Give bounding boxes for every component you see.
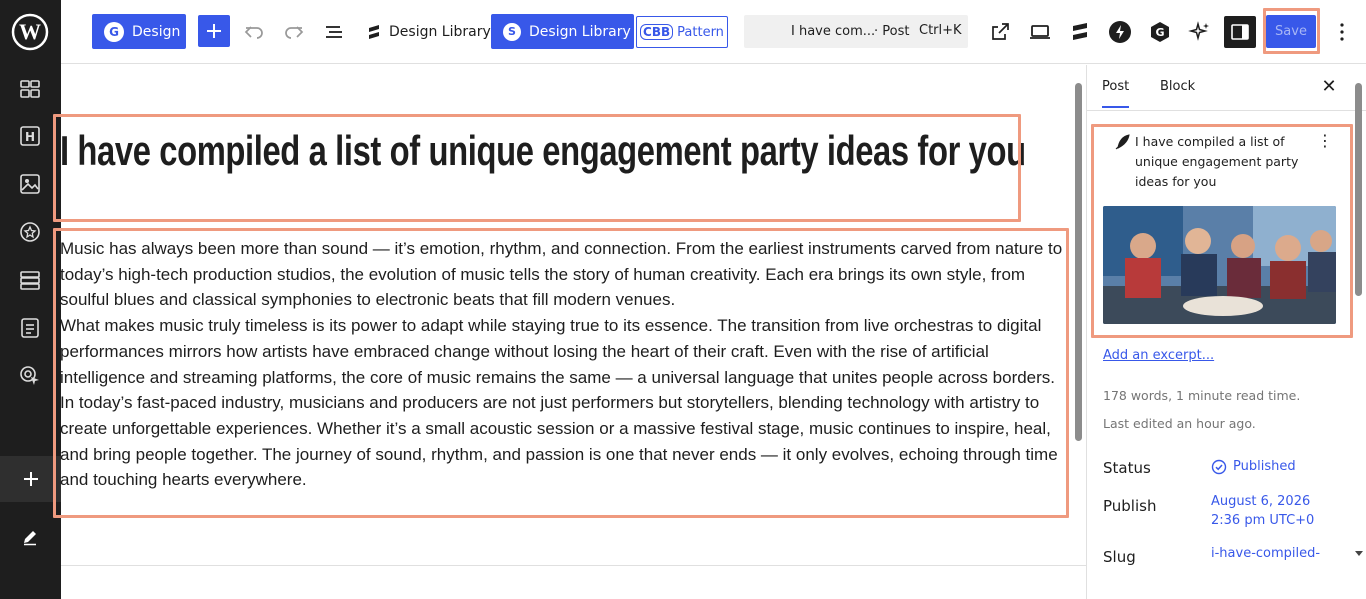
chevron-down-icon[interactable] <box>1354 550 1364 558</box>
post-card-title: I have compiled a list of unique engagem… <box>1135 134 1299 189</box>
stack-icon[interactable] <box>18 268 42 292</box>
publish-time: 2:36 pm UTC+0 <box>1211 513 1315 528</box>
more-vertical-icon[interactable]: ⋮ <box>1317 131 1333 150</box>
add-block-button[interactable] <box>198 15 230 47</box>
svg-text:H: H <box>25 130 35 144</box>
add-icon[interactable] <box>21 469 41 489</box>
publish-date-button[interactable]: August 6, 2026 2:36 pm UTC+0 <box>1211 492 1314 530</box>
add-block-area[interactable] <box>0 456 61 502</box>
footer-strip <box>61 565 1086 599</box>
add-icon <box>207 24 221 38</box>
publish-date: August 6, 2026 <box>1211 494 1311 509</box>
top-toolbar: G Design Design Library S Design Library… <box>61 0 1366 64</box>
form-icon[interactable] <box>18 316 42 340</box>
add-excerpt-link[interactable]: Add an excerpt... <box>1103 348 1214 363</box>
sidebar-toggle-icon <box>1231 24 1249 40</box>
featured-image[interactable] <box>1103 206 1336 324</box>
cbb-tag: CBB <box>640 24 674 40</box>
heading-icon[interactable]: H <box>18 124 42 148</box>
slug-label: Slug <box>1103 548 1136 566</box>
feather-icon <box>1115 134 1130 150</box>
pencil-icon[interactable] <box>21 528 39 546</box>
canvas-scrollbar[interactable] <box>1071 65 1086 565</box>
post-summary-card: I have compiled a list of unique engagem… <box>1095 127 1348 337</box>
sparkle-icon[interactable] <box>1188 20 1212 44</box>
status-value[interactable]: Published <box>1211 457 1296 476</box>
pointer-icon[interactable] <box>18 364 42 388</box>
scrollbar-thumb[interactable] <box>1075 83 1082 441</box>
cbb-pattern-button[interactable]: CBB Pattern <box>636 16 728 48</box>
design-library-label: Design Library <box>389 24 491 40</box>
stackable-icon[interactable] <box>1068 20 1092 44</box>
svg-text:G: G <box>1155 26 1164 39</box>
design-library-button-label: Design Library <box>529 23 631 40</box>
post-title[interactable]: I have compiled a list of unique engagem… <box>60 127 1027 174</box>
tab-block[interactable]: Block <box>1160 79 1195 94</box>
wordpress-logo-icon[interactable]: W <box>10 12 50 52</box>
paragraph[interactable]: In today’s fast-paced industry, musician… <box>60 390 1068 493</box>
star-icon[interactable] <box>18 220 42 244</box>
list-view-icon[interactable] <box>322 20 346 44</box>
paragraph[interactable]: Music has always been more than sound — … <box>60 236 1068 313</box>
check-circle-icon <box>1211 459 1227 474</box>
sidebar-toggle-button[interactable] <box>1224 16 1256 48</box>
sidebar-scrollbar-thumb[interactable] <box>1355 83 1362 296</box>
design-library-link[interactable]: Design Library <box>365 18 491 46</box>
word-count: 178 words, 1 minute read time. <box>1103 388 1301 403</box>
sidebar-tabs: Post Block ✕ <box>1087 65 1366 111</box>
image-icon[interactable] <box>18 172 42 196</box>
save-button[interactable]: Save <box>1266 15 1316 48</box>
settings-sidebar: Post Block ✕ I have compiled a list of u… <box>1086 65 1366 599</box>
sidebar-scrollbar[interactable] <box>1352 65 1366 565</box>
close-icon[interactable]: ✕ <box>1319 77 1339 97</box>
patterns-icon[interactable] <box>18 77 42 101</box>
command-type: · Post <box>874 24 910 39</box>
design-label: Design <box>132 23 181 40</box>
publish-label: Publish <box>1103 497 1157 515</box>
tab-post[interactable]: Post <box>1102 79 1130 108</box>
pattern-label: Pattern <box>677 24 724 40</box>
paragraph[interactable]: What makes music truly timeless is its p… <box>60 313 1068 390</box>
command-palette-bar[interactable]: I have com... · Post Ctrl+K <box>744 15 968 48</box>
external-link-icon[interactable] <box>988 20 1012 44</box>
slug-value[interactable]: i-have-compiled- <box>1211 544 1320 563</box>
post-content[interactable]: Music has always been more than sound — … <box>60 236 1068 493</box>
command-shortcut: Ctrl+K <box>919 23 962 38</box>
bolt-icon[interactable] <box>1108 20 1132 44</box>
last-edited: Last edited an hour ago. <box>1103 416 1256 431</box>
status-text: Published <box>1233 459 1296 474</box>
left-rail: W H <box>0 0 61 599</box>
design-button[interactable]: G Design <box>92 14 186 49</box>
command-title: I have com... <box>791 24 876 39</box>
g-icon[interactable]: G <box>1148 20 1172 44</box>
stackable-icon <box>369 25 379 39</box>
bolt-icon: S <box>503 22 521 41</box>
status-label: Status <box>1103 459 1151 477</box>
more-vertical-icon[interactable] <box>1330 20 1354 44</box>
undo-icon[interactable] <box>242 20 266 44</box>
design-library-button[interactable]: S Design Library <box>491 14 634 49</box>
redo-icon[interactable] <box>282 20 306 44</box>
g-logo-icon: G <box>104 21 124 42</box>
desktop-preview-icon[interactable] <box>1028 20 1052 44</box>
svg-text:W: W <box>19 19 41 44</box>
